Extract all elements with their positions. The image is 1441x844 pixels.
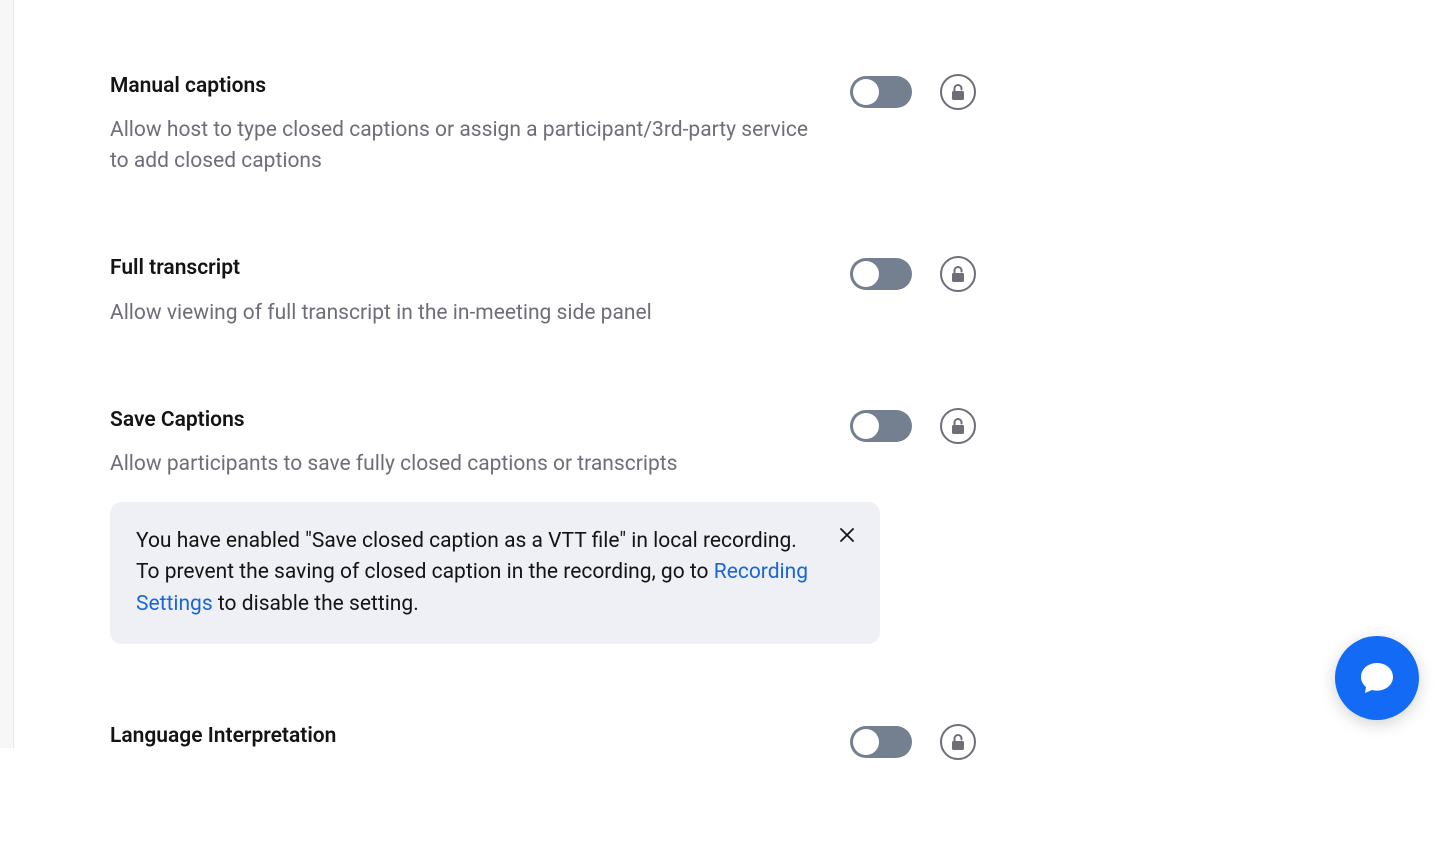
banner-text-before: You have enabled "Save closed caption as… [136,529,797,585]
setting-full-transcript: Full transcript Allow viewing of full tr… [110,254,1110,328]
setting-controls [850,722,976,760]
info-banner: You have enabled "Save closed caption as… [110,502,880,645]
toggle-manual-captions[interactable] [850,76,912,108]
setting-text: Full transcript Allow viewing of full tr… [110,254,850,328]
settings-content: Manual captions Allow host to type close… [14,0,1441,844]
unlock-icon [950,265,966,283]
setting-text: Manual captions Allow host to type close… [110,72,850,176]
setting-description: Allow viewing of full transcript in the … [110,298,810,328]
setting-text: Save Captions Allow participants to save… [110,406,850,480]
setting-controls [850,406,976,444]
setting-title: Manual captions [110,72,810,101]
sidebar-edge [0,0,14,748]
setting-title: Language Interpretation [110,722,810,751]
lock-button[interactable] [940,256,976,292]
setting-language-interpretation: Language Interpretation [110,722,1110,765]
toggle-knob [853,729,879,755]
setting-description: Allow host to type closed captions or as… [110,115,810,176]
setting-controls [850,72,976,110]
toggle-knob [853,79,879,105]
toggle-save-captions[interactable] [850,410,912,442]
unlock-icon [950,733,966,751]
close-icon [839,527,855,543]
setting-title: Full transcript [110,254,810,283]
setting-title: Save Captions [110,406,810,435]
toggle-full-transcript[interactable] [850,258,912,290]
toggle-language-interpretation[interactable] [850,726,912,758]
setting-controls [850,254,976,292]
info-banner-text: You have enabled "Save closed caption as… [136,526,820,621]
toggle-knob [853,261,879,287]
lock-button[interactable] [940,408,976,444]
lock-button[interactable] [940,724,976,760]
banner-text-after: to disable the setting. [213,592,419,616]
setting-description: Allow participants to save fully closed … [110,449,810,479]
setting-text: Language Interpretation [110,722,850,765]
setting-save-captions: Save Captions Allow participants to save… [110,406,1110,480]
chat-fab[interactable] [1335,636,1419,720]
lock-button[interactable] [940,74,976,110]
setting-manual-captions: Manual captions Allow host to type close… [110,72,1110,176]
toggle-knob [853,413,879,439]
unlock-icon [950,83,966,101]
unlock-icon [950,417,966,435]
chat-icon [1358,659,1396,697]
banner-close-button[interactable] [836,524,858,546]
